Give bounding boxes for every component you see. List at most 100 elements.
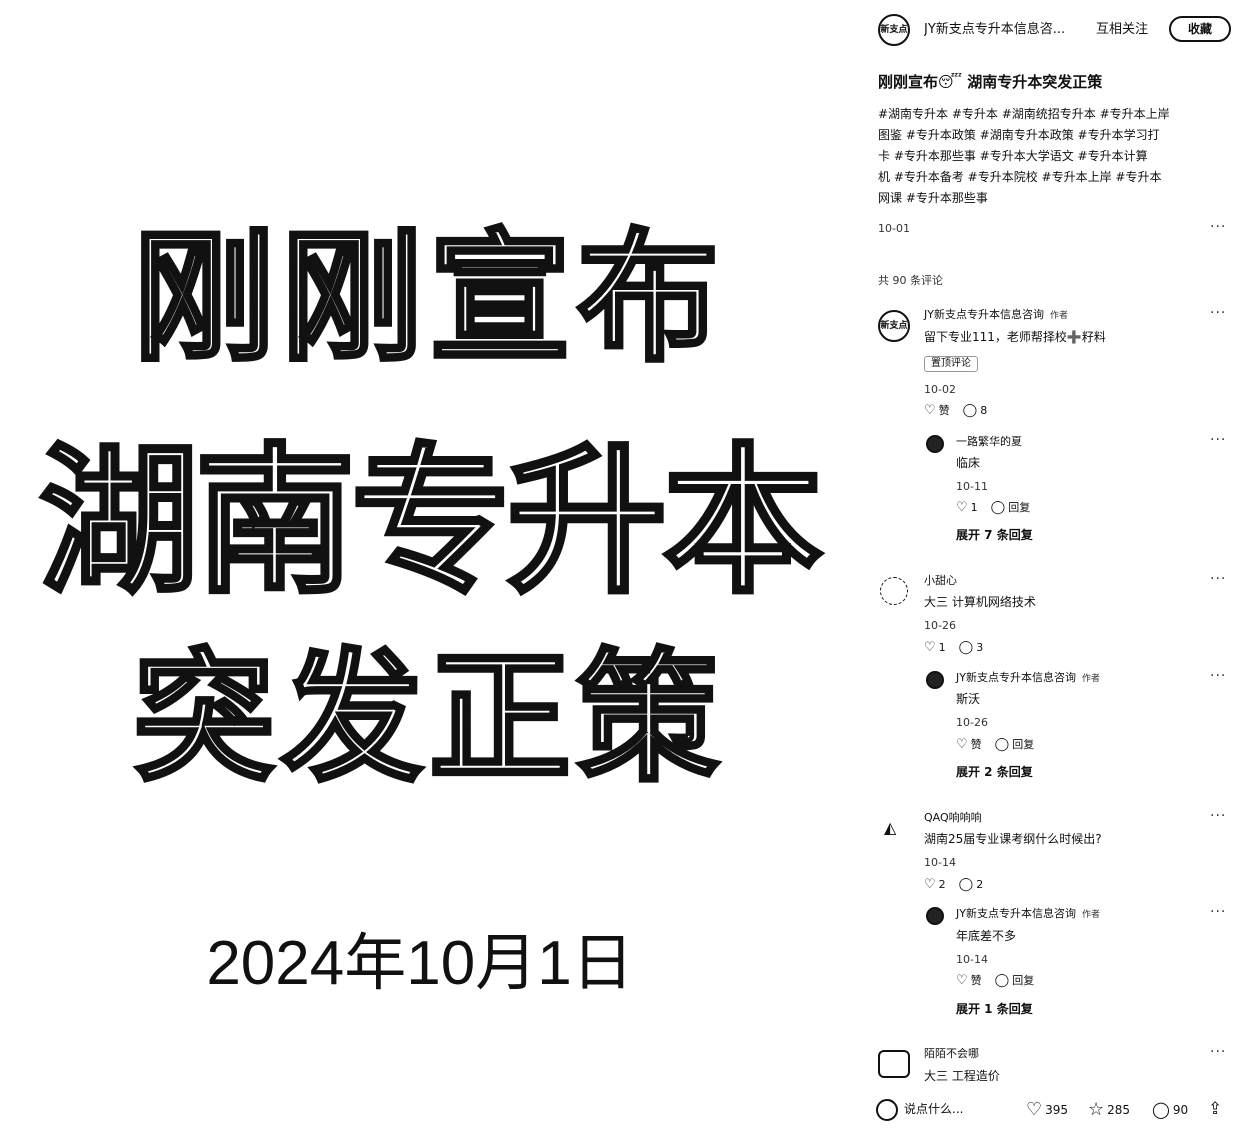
heart-icon[interactable]: ♡	[1026, 1101, 1042, 1119]
heart-icon[interactable]: ♡	[924, 641, 936, 655]
comment-text: 大三 计算机网络技术	[924, 595, 1036, 609]
reply-user-row[interactable]: JY新支点专升本信息咨询 作者	[956, 671, 1100, 686]
commenter-avatar[interactable]: 新支点	[878, 310, 910, 342]
share-icon[interactable]: ⇪	[1208, 1099, 1222, 1119]
comment-bubble-icon[interactable]: ◯	[963, 404, 978, 418]
reply-user[interactable]: JY新支点专升本信息咨询	[956, 671, 1076, 684]
comment-text: 大三 工程造价	[924, 1069, 1000, 1083]
reply-more-icon[interactable]: ···	[1210, 904, 1226, 920]
like-label[interactable]: 赞	[971, 974, 982, 988]
comment-bubble-icon[interactable]: ◯	[959, 878, 974, 892]
reply-text: 斯沃	[956, 692, 981, 706]
comment-date: 10-14	[924, 856, 956, 869]
reply-user[interactable]: JY新支点专升本信息咨询	[956, 907, 1076, 920]
tags-line[interactable]: 图鉴 #专升本政策 #湖南专升本政策 #专升本学习打	[878, 125, 1233, 146]
comment-bubble-icon[interactable]: ◯	[959, 641, 974, 655]
post-date: 10-01	[878, 222, 910, 235]
comment-text: 湖南25届专业课考纲什么时候出?	[924, 832, 1102, 846]
comment-bubble-icon[interactable]: ◯	[995, 738, 1010, 752]
post-cover-image[interactable]: 刚刚宣布 湖南专升本 突发正策 2024年10月1日	[0, 0, 858, 1138]
like-label[interactable]: 赞	[971, 738, 982, 752]
bottom-action-bar: 说点什么... ♡ 395 ☆ 285 ◯ 90 ⇪	[858, 1090, 1240, 1130]
comment-more-icon[interactable]: ···	[1210, 571, 1226, 587]
pinned-badge: 置顶评论	[924, 356, 978, 372]
reply-actions: ♡ 1 ◯ 回复	[956, 501, 1030, 515]
author-avatar[interactable]: 新支点	[878, 14, 910, 46]
reply-date: 10-11	[956, 480, 988, 493]
reply-label[interactable]: 回复	[1012, 974, 1034, 988]
star-icon[interactable]: ☆	[1088, 1101, 1104, 1119]
author-badge: 作者	[1049, 311, 1068, 321]
heart-icon[interactable]: ♡	[924, 878, 936, 892]
reply-actions: ♡ 赞 ◯ 回复	[956, 738, 1034, 752]
expand-replies-button[interactable]: 展开 1 条回复	[956, 1001, 1033, 1017]
tags-line[interactable]: 卡 #专升本那些事 #专升本大学语文 #专升本计算	[878, 146, 1233, 167]
like-label[interactable]: 赞	[939, 404, 950, 418]
comment-input[interactable]: 说点什么...	[904, 1101, 963, 1117]
reply-more-icon[interactable]: ···	[1210, 432, 1226, 448]
follow-button[interactable]: 收藏	[1169, 16, 1231, 42]
commenter-avatar[interactable]	[880, 577, 908, 605]
comment-actions: ♡ 2 ◯ 2	[924, 878, 983, 892]
comment-more-icon[interactable]: ···	[1210, 1044, 1226, 1060]
comment-actions: ♡ 1 ◯ 3	[924, 641, 983, 655]
reply-user[interactable]: 一路繁华的夏	[956, 435, 1022, 449]
post-detail-panel: 新支点 JY新支点专升本信息咨... 互相关注 收藏 刚刚宣布😴 湖南专升本突发…	[858, 0, 1240, 1138]
heart-icon[interactable]: ♡	[956, 738, 968, 752]
cover-date: 2024年10月1日	[206, 929, 634, 998]
expand-replies-button[interactable]: 展开 7 条回复	[956, 527, 1033, 543]
reply-count[interactable]: 2	[976, 878, 983, 892]
post-tags[interactable]: #湖南专升本 #专升本 #湖南统招专升本 #专升本上岸 图鉴 #专升本政策 #湖…	[878, 104, 1233, 209]
commenter-avatar[interactable]	[878, 1050, 910, 1078]
commenter-avatar[interactable]: ◭	[884, 818, 896, 838]
author-badge: 作者	[1081, 910, 1100, 920]
comment-bubble-icon[interactable]: ◯	[1152, 1102, 1170, 1118]
comment-total: 90	[1172, 1103, 1189, 1117]
reply-more-icon[interactable]: ···	[1210, 668, 1226, 684]
cover-headline-line3: 突发正策	[131, 636, 725, 801]
commenter-name[interactable]: 小甜心	[924, 574, 957, 588]
comment-bubble-icon[interactable]: ◯	[991, 501, 1006, 515]
comment-actions: ♡ 赞 ◯ 8	[924, 404, 987, 418]
comment-action[interactable]: ◯ 90	[1152, 1102, 1188, 1118]
reply-avatar[interactable]	[926, 907, 944, 925]
comment-more-icon[interactable]: ···	[1210, 305, 1226, 321]
reply-label[interactable]: 回复	[1008, 501, 1030, 515]
commenter-name-text[interactable]: JY新支点专升本信息咨询	[924, 308, 1044, 321]
tags-line[interactable]: #湖南专升本 #专升本 #湖南统招专升本 #专升本上岸	[878, 104, 1233, 125]
comment-text: 留下专业111，老师帮择校➕籽料	[924, 330, 1106, 344]
reply-avatar[interactable]	[926, 671, 944, 689]
author-name[interactable]: JY新支点专升本信息咨...	[924, 21, 1094, 39]
heart-icon[interactable]: ♡	[956, 974, 968, 988]
comment-bubble-icon[interactable]: ◯	[995, 974, 1010, 988]
reply-text: 年底差不多	[956, 929, 1017, 943]
reply-label[interactable]: 回复	[1012, 738, 1034, 752]
expand-replies-button[interactable]: 展开 2 条回复	[956, 764, 1033, 780]
heart-icon[interactable]: ♡	[956, 501, 968, 515]
commenter-name[interactable]: QAQ响响响	[924, 811, 982, 825]
post-more-icon[interactable]: ···	[1210, 219, 1226, 235]
comment-date: 10-02	[924, 383, 956, 396]
comment-date: 10-26	[924, 619, 956, 632]
commenter-name[interactable]: 陌陌不会哪	[924, 1047, 979, 1061]
like-count[interactable]: 1	[971, 501, 978, 515]
heart-icon[interactable]: ♡	[924, 404, 936, 418]
like-total: 395	[1045, 1103, 1069, 1117]
reply-avatar[interactable]	[926, 435, 944, 453]
reply-date: 10-26	[956, 716, 988, 729]
tags-line[interactable]: 机 #专升本备考 #专升本院校 #专升本上岸 #专升本	[878, 167, 1233, 188]
reply-actions: ♡ 赞 ◯ 回复	[956, 974, 1034, 988]
reply-count[interactable]: 8	[980, 404, 987, 418]
reply-count[interactable]: 3	[976, 641, 983, 655]
like-count[interactable]: 2	[939, 878, 946, 892]
like-count[interactable]: 1	[939, 641, 946, 655]
like-action[interactable]: ♡ 395	[1026, 1101, 1069, 1119]
tags-line[interactable]: 网课 #专升本那些事	[878, 188, 1233, 209]
star-action[interactable]: ☆ 285	[1088, 1101, 1130, 1119]
post-title: 刚刚宣布😴 湖南专升本突发正策	[878, 73, 1103, 91]
my-avatar[interactable]	[876, 1099, 898, 1121]
reply-text: 临床	[956, 456, 981, 470]
comment-more-icon[interactable]: ···	[1210, 808, 1226, 824]
reply-user-row[interactable]: JY新支点专升本信息咨询 作者	[956, 907, 1100, 922]
commenter-name[interactable]: JY新支点专升本信息咨询 作者	[924, 308, 1068, 323]
